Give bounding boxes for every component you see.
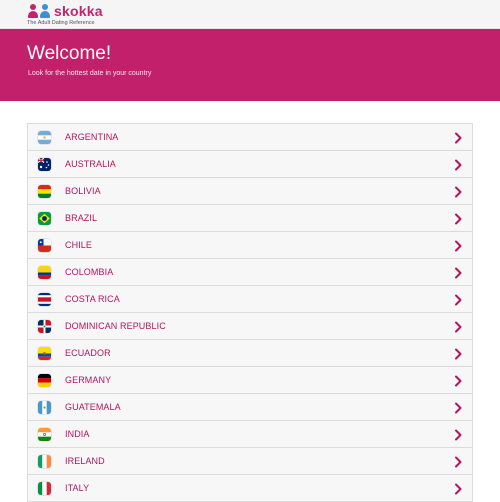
page-title: Welcome! [27, 43, 112, 64]
logo-tagline: The Adult Dating Reference [27, 20, 95, 26]
brazil-flag-icon [38, 212, 51, 225]
ireland-flag-icon [38, 455, 51, 468]
country-label: BOLIVIA [65, 186, 101, 196]
country-item-chile[interactable]: CHILE [28, 232, 472, 259]
australia-flag-icon [38, 158, 51, 171]
country-item-bolivia[interactable]: BOLIVIA [28, 178, 472, 205]
germany-flag-icon [38, 374, 51, 387]
argentina-flag-icon [38, 131, 51, 144]
chevron-right-icon [453, 158, 463, 171]
country-item-australia[interactable]: AUSTRALIA [28, 151, 472, 178]
country-item-argentina[interactable]: ARGENTINA [28, 124, 472, 151]
country-item-italy[interactable]: ITALY [28, 475, 472, 502]
colombia-flag-icon [38, 266, 51, 279]
country-label: GERMANY [65, 375, 112, 385]
guatemala-flag-icon [38, 401, 51, 414]
chevron-right-icon [453, 428, 463, 441]
country-label: AUSTRALIA [65, 159, 116, 169]
country-label: ARGENTINA [65, 132, 119, 142]
country-label: GUATEMALA [65, 402, 121, 412]
india-flag-icon [38, 428, 51, 441]
country-label: COLOMBIA [65, 267, 114, 277]
country-item-colombia[interactable]: COLOMBIA [28, 259, 472, 286]
country-item-dominican-republic[interactable]: DOMINICAN REPUBLIC [28, 313, 472, 340]
country-label: CHILE [65, 240, 93, 250]
chevron-right-icon [453, 482, 463, 495]
welcome-banner: Welcome! Look for the hottest date in yo… [0, 29, 500, 101]
bolivia-flag-icon [38, 185, 51, 198]
logo-text: skokka [54, 3, 103, 19]
country-item-ireland[interactable]: IRELAND [28, 448, 472, 475]
country-item-guatemala[interactable]: GUATEMALA [28, 394, 472, 421]
ecuador-flag-icon [38, 347, 51, 360]
chevron-right-icon [453, 455, 463, 468]
country-item-germany[interactable]: GERMANY [28, 367, 472, 394]
country-item-brazil[interactable]: BRAZIL [28, 205, 472, 232]
country-label: ECUADOR [65, 348, 111, 358]
people-logo-icon [27, 4, 53, 18]
chevron-right-icon [453, 212, 463, 225]
italy-flag-icon [38, 482, 51, 495]
country-label: DOMINICAN REPUBLIC [65, 321, 166, 331]
skokka-logo[interactable]: skokka The Adult Dating Reference [27, 3, 103, 26]
chevron-right-icon [453, 131, 463, 144]
country-item-costa-rica[interactable]: COSTA RICA [28, 286, 472, 313]
country-item-ecuador[interactable]: ECUADOR [28, 340, 472, 367]
chile-flag-icon [38, 239, 51, 252]
country-label: ITALY [65, 483, 90, 493]
top-bar: skokka The Adult Dating Reference [0, 0, 500, 29]
chevron-right-icon [453, 374, 463, 387]
page-subtitle: Look for the hottest date in your countr… [28, 70, 152, 77]
dominican-republic-flag-icon [38, 320, 51, 333]
country-label: IRELAND [65, 456, 105, 466]
chevron-right-icon [453, 401, 463, 414]
country-label: INDIA [65, 429, 90, 439]
costa-rica-flag-icon [38, 293, 51, 306]
chevron-right-icon [453, 266, 463, 279]
chevron-right-icon [453, 239, 463, 252]
country-label: COSTA RICA [65, 294, 120, 304]
chevron-right-icon [453, 185, 463, 198]
country-label: BRAZIL [65, 213, 98, 223]
chevron-right-icon [453, 320, 463, 333]
country-list: ARGENTINA AUSTRALIA BOLIVIA BRAZIL CHILE [27, 123, 473, 502]
country-item-india[interactable]: INDIA [28, 421, 472, 448]
chevron-right-icon [453, 293, 463, 306]
chevron-right-icon [453, 347, 463, 360]
